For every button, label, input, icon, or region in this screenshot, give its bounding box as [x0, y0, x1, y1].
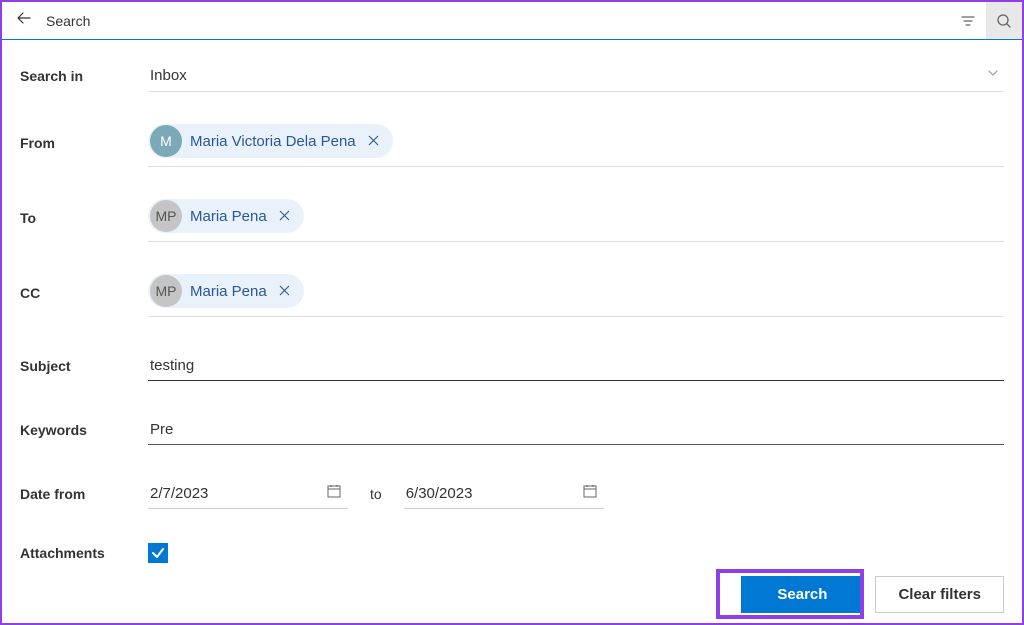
subject-label: Subject: [20, 358, 148, 374]
from-chip[interactable]: M Maria Victoria Dela Pena: [148, 124, 393, 158]
attachments-row: Attachments: [20, 543, 1004, 563]
date-end-field: [404, 479, 604, 509]
date-start-input[interactable]: [148, 479, 348, 509]
keywords-row: Keywords: [20, 415, 1004, 445]
search-in-value: Inbox: [150, 67, 187, 84]
page-title: Search: [46, 13, 942, 29]
chip-name: Maria Pena: [190, 208, 267, 225]
calendar-icon[interactable]: [582, 483, 598, 504]
date-range: to: [148, 479, 604, 509]
cc-row: CC MP Maria Pena: [20, 268, 1004, 317]
header-actions: [950, 2, 1022, 39]
form-content: Search in Inbox From M Maria Victoria De…: [2, 40, 1022, 563]
header-bar: Search: [2, 2, 1022, 40]
remove-chip-icon[interactable]: [364, 132, 383, 151]
keywords-label: Keywords: [20, 422, 148, 438]
search-in-field: Inbox: [148, 60, 1004, 92]
subject-field: [148, 351, 1004, 381]
avatar: MP: [150, 275, 182, 307]
calendar-icon[interactable]: [326, 483, 342, 504]
subject-row: Subject: [20, 351, 1004, 381]
from-label: From: [20, 135, 148, 151]
footer-actions: Search Clear filters: [741, 576, 1004, 613]
filter-icon[interactable]: [950, 2, 986, 39]
search-in-row: Search in Inbox: [20, 60, 1004, 92]
subject-input[interactable]: [148, 351, 1004, 381]
remove-chip-icon[interactable]: [275, 282, 294, 301]
from-field[interactable]: M Maria Victoria Dela Pena: [148, 118, 1004, 167]
to-chip[interactable]: MP Maria Pena: [148, 199, 304, 233]
cc-field[interactable]: MP Maria Pena: [148, 268, 1004, 317]
remove-chip-icon[interactable]: [275, 207, 294, 226]
date-start-field: [148, 479, 348, 509]
attachments-label: Attachments: [20, 545, 148, 561]
search-icon[interactable]: [986, 2, 1022, 39]
back-arrow-icon[interactable]: [10, 6, 38, 35]
to-row: To MP Maria Pena: [20, 193, 1004, 242]
search-button[interactable]: Search: [741, 576, 863, 613]
clear-filters-button[interactable]: Clear filters: [875, 576, 1004, 613]
avatar: MP: [150, 200, 182, 232]
search-in-dropdown[interactable]: Inbox: [148, 60, 1004, 92]
cc-label: CC: [20, 285, 148, 301]
chevron-down-icon: [986, 66, 1000, 85]
chip-name: Maria Victoria Dela Pena: [190, 133, 356, 150]
date-from-label: Date from: [20, 486, 148, 502]
keywords-field: [148, 415, 1004, 445]
to-field[interactable]: MP Maria Pena: [148, 193, 1004, 242]
keywords-input[interactable]: [148, 415, 1004, 445]
cc-chip[interactable]: MP Maria Pena: [148, 274, 304, 308]
from-row: From M Maria Victoria Dela Pena: [20, 118, 1004, 167]
avatar: M: [150, 125, 182, 157]
search-in-label: Search in: [20, 68, 148, 84]
to-label: To: [20, 210, 148, 226]
chip-name: Maria Pena: [190, 283, 267, 300]
date-end-input[interactable]: [404, 479, 604, 509]
date-to-label: to: [366, 486, 386, 502]
date-row: Date from to: [20, 479, 1004, 509]
attachments-checkbox[interactable]: [148, 543, 168, 563]
